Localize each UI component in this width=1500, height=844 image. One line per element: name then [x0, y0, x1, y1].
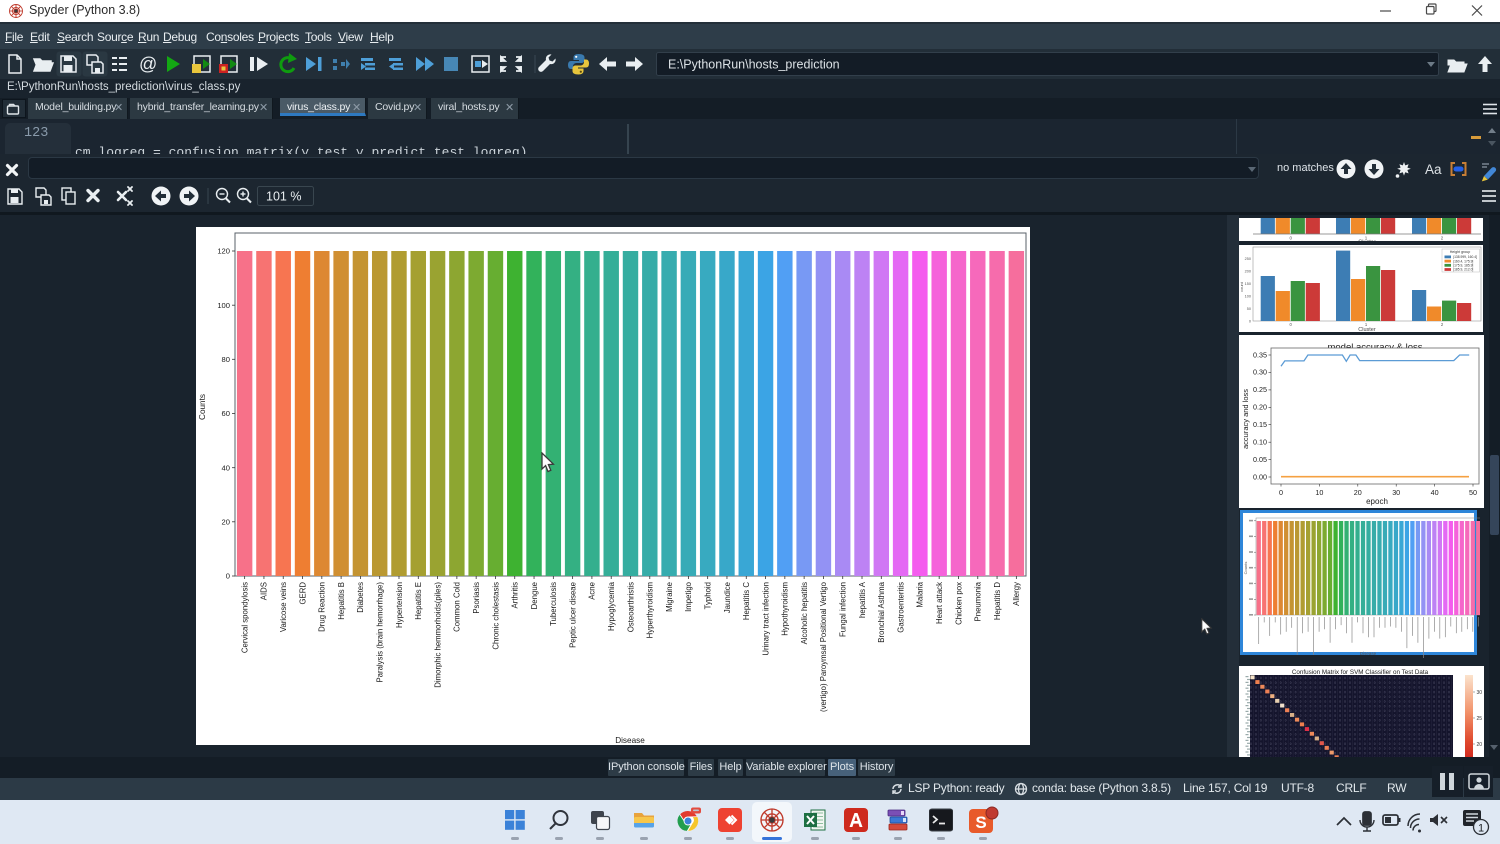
svg-text:0.00: 0.00: [1253, 472, 1267, 481]
svg-text:Dimorphic hemmorhoids(piles): Dimorphic hemmorhoids(piles): [433, 582, 442, 688]
svg-text:40: 40: [222, 463, 230, 472]
svg-text:Pneumonia: Pneumonia: [974, 581, 983, 621]
svg-text:GERD: GERD: [298, 582, 307, 605]
svg-text:Peptic ulcer diseae: Peptic ulcer diseae: [568, 582, 577, 648]
svg-text:101 %: 101 %: [266, 190, 301, 204]
svg-text:Hypoglycemia: Hypoglycemia: [607, 581, 616, 631]
svg-text:Hypothyroidism: Hypothyroidism: [781, 582, 790, 636]
svg-text:Dengue: Dengue: [530, 582, 539, 609]
svg-text:Typhoid: Typhoid: [703, 582, 712, 609]
svg-text:Cervical spondylosis: Cervical spondylosis: [240, 582, 249, 653]
svg-text:AIDS: AIDS: [260, 582, 269, 600]
svg-text:2: 2: [1441, 236, 1444, 241]
svg-text:Alcoholic hepatitis: Alcoholic hepatitis: [800, 582, 809, 645]
svg-text:Migraine: Migraine: [665, 582, 674, 612]
svg-text:Arthritis: Arthritis: [511, 582, 520, 609]
svg-text:Hypertension: Hypertension: [395, 582, 404, 628]
svg-text:0.15: 0.15: [1253, 420, 1267, 429]
svg-text:50: 50: [1247, 307, 1251, 311]
svg-text:Osteoarthristis: Osteoarthristis: [626, 582, 635, 632]
svg-text:40: 40: [1431, 488, 1439, 497]
svg-text:Impetigo: Impetigo: [684, 581, 693, 612]
svg-text:Disease: Disease: [615, 736, 645, 745]
svg-text:Paralysis (brain hemorrhage): Paralysis (brain hemorrhage): [376, 582, 385, 683]
svg-text:Urinary tract infection: Urinary tract infection: [761, 582, 770, 656]
svg-text:Acne: Acne: [588, 582, 597, 600]
svg-text:Varicose veins: Varicose veins: [279, 582, 288, 632]
svg-text:Psoriasis: Psoriasis: [472, 582, 481, 614]
svg-text:@: @: [139, 54, 157, 74]
svg-text:0.10: 0.10: [1253, 438, 1267, 447]
svg-text:0: 0: [226, 572, 230, 581]
svg-text:Common Cold: Common Cold: [453, 582, 462, 632]
svg-text:Hepatitis D: Hepatitis D: [993, 582, 1002, 621]
svg-text:(vertigo) Paroymsal Positiona: (vertigo) Paroymsal Positional Vertigo: [819, 581, 828, 712]
svg-text:0: 0: [1249, 319, 1251, 323]
svg-text:0.05: 0.05: [1253, 455, 1267, 464]
svg-text:30: 30: [1392, 488, 1400, 497]
svg-text:100: 100: [217, 301, 230, 310]
svg-text:Jaundice: Jaundice: [723, 582, 732, 613]
svg-text:10: 10: [1315, 488, 1323, 497]
svg-text:Hepatitis C: Hepatitis C: [742, 582, 751, 621]
svg-text:Cluster: Cluster: [1358, 240, 1376, 242]
svg-text:Heart attack: Heart attack: [935, 582, 944, 624]
svg-text:80: 80: [222, 355, 230, 364]
svg-text:Bronchial Asthma: Bronchial Asthma: [877, 581, 886, 642]
svg-text:Chronic cholestasis: Chronic cholestasis: [491, 582, 500, 650]
svg-text:Hyperthyroidism: Hyperthyroidism: [646, 582, 655, 638]
svg-text:0: 0: [1279, 488, 1283, 497]
svg-text:1: 1: [1478, 823, 1484, 835]
svg-text:Fungal infection: Fungal infection: [839, 582, 848, 637]
svg-text:Drug Reaction: Drug Reaction: [318, 582, 327, 632]
svg-text:Tuberculosis: Tuberculosis: [549, 582, 558, 626]
svg-text:150: 150: [1245, 282, 1251, 286]
svg-text:0.20: 0.20: [1253, 403, 1267, 412]
svg-text:120: 120: [217, 247, 230, 256]
svg-text:100: 100: [1245, 294, 1251, 298]
svg-text:20: 20: [1477, 742, 1483, 748]
svg-text:Confusion Matrix for SVM Class: Confusion Matrix for SVM Classifier on T…: [1292, 669, 1429, 676]
svg-text:Diabetes: Diabetes: [356, 582, 365, 613]
svg-text:0: 0: [1289, 236, 1292, 241]
svg-text:S: S: [975, 813, 986, 832]
svg-text:200: 200: [1245, 269, 1251, 273]
svg-text:(185.9, 212.0]: (185.9, 212.0]: [1453, 268, 1473, 272]
svg-text:25: 25: [1477, 716, 1483, 722]
svg-text:Hepatitis E: Hepatitis E: [414, 582, 423, 620]
svg-text:Counts: Counts: [198, 394, 207, 420]
svg-text:Disease: Disease: [1360, 651, 1377, 656]
svg-text:20: 20: [222, 517, 230, 526]
svg-text:0.30: 0.30: [1253, 368, 1267, 377]
svg-text:accuracy and loss: accuracy and loss: [1241, 389, 1250, 449]
svg-text:50: 50: [1469, 488, 1477, 497]
svg-text:Gastroenteritis: Gastroenteritis: [896, 582, 905, 633]
svg-text:hepatitis A: hepatitis A: [858, 581, 867, 618]
svg-text:2: 2: [1441, 322, 1444, 327]
svg-text:Hepatitis B: Hepatitis B: [337, 582, 346, 620]
svg-text:Height group: Height group: [1450, 250, 1471, 254]
svg-text:60: 60: [222, 409, 230, 418]
svg-text:Aa: Aa: [1425, 162, 1442, 177]
svg-text:Allergy: Allergy: [1012, 582, 1021, 606]
svg-text:Malaria: Malaria: [916, 581, 925, 607]
svg-text:Counts: Counts: [1243, 562, 1248, 575]
svg-text:0: 0: [1290, 322, 1293, 327]
svg-text:250: 250: [1245, 257, 1251, 261]
svg-text:epoch: epoch: [1366, 497, 1388, 506]
svg-text:Cluster: Cluster: [1358, 327, 1376, 332]
svg-text:30: 30: [1477, 690, 1483, 696]
svg-text:Chicken pox: Chicken pox: [954, 582, 963, 625]
svg-text:E:\PythonRun\hosts_prediction: E:\PythonRun\hosts_prediction: [668, 58, 840, 72]
svg-text:20: 20: [1354, 488, 1362, 497]
svg-text:0.35: 0.35: [1253, 350, 1267, 359]
svg-text:count: count: [1239, 281, 1244, 292]
svg-text:0.25: 0.25: [1253, 385, 1267, 394]
